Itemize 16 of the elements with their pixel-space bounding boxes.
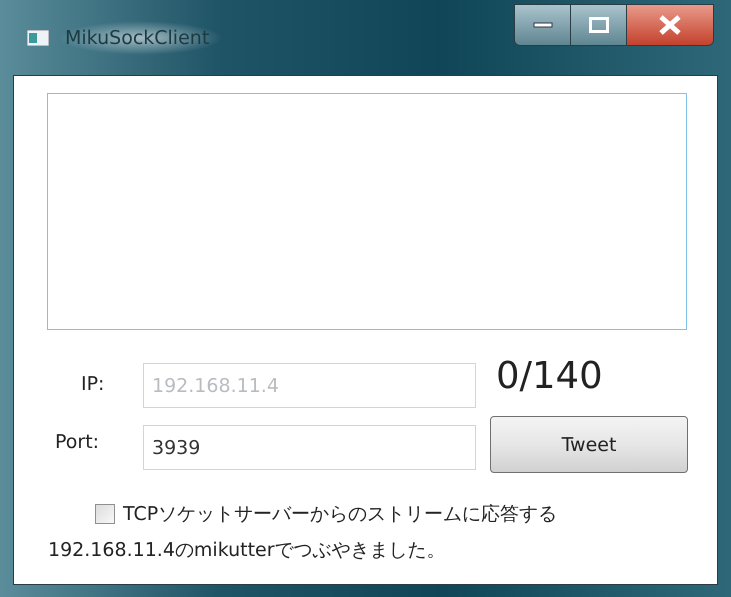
minimize-icon: [532, 21, 552, 29]
port-label: Port:: [55, 431, 100, 453]
maximize-icon: [588, 17, 608, 33]
status-message: 192.168.11.4のmikutterでつぶやきました。: [48, 538, 446, 563]
maximize-button[interactable]: [571, 5, 627, 45]
close-button[interactable]: [627, 5, 713, 45]
ip-label: IP:: [81, 373, 104, 395]
message-field[interactable]: [47, 93, 687, 330]
minimize-button[interactable]: [515, 5, 571, 45]
close-icon: [658, 15, 682, 35]
window-icon: [27, 30, 49, 46]
port-field[interactable]: 3939: [143, 425, 476, 470]
tweet-button[interactable]: Tweet: [490, 416, 688, 473]
character-counter: 0/140: [496, 354, 603, 397]
respond-checkbox[interactable]: [95, 504, 115, 524]
checkbox-label: TCPソケットサーバーからのストリームに応答する: [123, 502, 558, 527]
